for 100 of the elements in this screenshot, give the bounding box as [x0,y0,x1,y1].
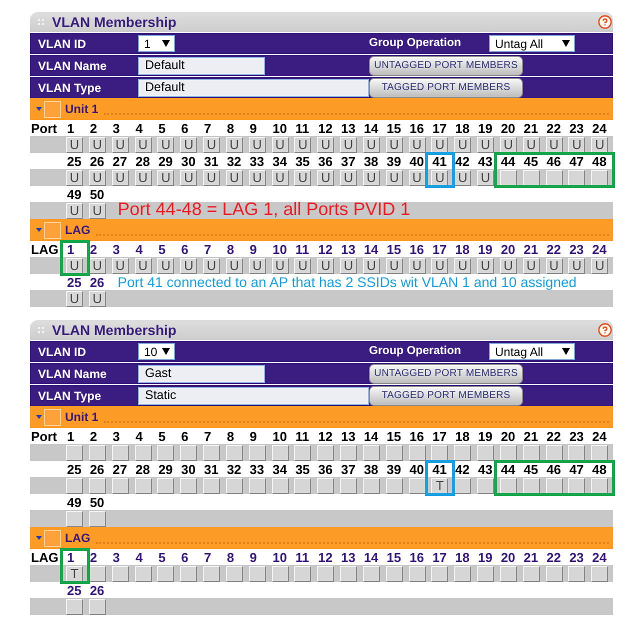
membership-toggle[interactable]: U [203,136,220,152]
port-number: 41 [432,154,447,168]
membership-toggle[interactable] [317,478,334,494]
dropdown-select[interactable]: 10 [138,343,175,360]
membership-toggle[interactable]: U [294,136,312,152]
membership-toggle[interactable]: U [317,170,334,186]
membership-toggle[interactable]: U [203,170,220,186]
dropdown-select[interactable]: Untag All [489,343,575,360]
membership-toggle[interactable]: U [66,202,83,218]
membership-toggle[interactable]: U [568,136,586,152]
header-checkbox[interactable] [44,408,61,426]
membership-toggle[interactable] [157,566,174,582]
text-field[interactable]: Gast [138,364,265,382]
membership-toggle[interactable]: U [431,258,448,274]
membership-toggle[interactable] [203,444,220,460]
membership-toggle[interactable]: U [477,170,494,186]
membership-toggle[interactable] [591,170,608,186]
membership-toggle[interactable] [591,444,608,460]
membership-toggle[interactable] [66,510,83,526]
membership-toggle[interactable] [317,444,334,460]
membership-toggle[interactable]: U [591,136,608,152]
membership-toggle[interactable] [568,170,586,186]
membership-toggle[interactable] [340,444,357,460]
membership-toggle[interactable] [591,566,608,582]
membership-toggle[interactable]: U [317,136,334,152]
membership-toggle[interactable]: U [157,258,174,274]
lag-number: 12 [318,242,333,256]
membership-toggle[interactable]: U [180,170,198,186]
port-number: 17 [432,122,447,134]
text-field[interactable]: Static [138,386,369,404]
membership-toggle[interactable] [66,444,83,460]
membership-toggle[interactable] [340,478,357,494]
dropdown-select[interactable]: 1 [138,35,175,52]
membership-toggle[interactable]: U [591,258,608,274]
membership-toggle[interactable]: U [203,258,220,274]
membership-toggle[interactable] [180,478,198,494]
membership-toggle[interactable] [454,444,472,460]
membership-toggle[interactable]: U [431,136,448,152]
membership-toggle[interactable] [477,444,494,460]
membership-toggle[interactable] [294,566,312,582]
header-checkbox[interactable] [44,100,61,118]
membership-toggle[interactable] [568,478,586,494]
membership-toggle[interactable] [157,478,174,494]
membership-toggle[interactable] [431,566,448,582]
membership-toggle[interactable] [180,444,198,460]
text-field[interactable]: Default [138,56,265,74]
port-members-button[interactable]: UNTAGGED PORT MEMBERS [369,364,523,384]
membership-toggle[interactable]: U [454,258,472,274]
membership-toggle[interactable] [157,444,174,460]
membership-toggle[interactable] [317,566,334,582]
port-number: 13 [341,430,356,442]
membership-toggle[interactable] [568,444,586,460]
membership-toggle[interactable] [477,478,494,494]
port-number: 38 [364,154,378,168]
membership-toggle[interactable]: U [66,136,83,152]
membership-toggle[interactable] [294,478,312,494]
port-members-button[interactable]: TAGGED PORT MEMBERS [369,386,523,406]
dropdown-select[interactable]: Untag All [489,35,575,52]
membership-toggle[interactable]: U [294,258,312,274]
membership-toggle[interactable] [340,566,357,582]
port-members-button[interactable]: UNTAGGED PORT MEMBERS [369,56,523,76]
membership-toggle[interactable]: U [340,136,357,152]
port-number: 37 [341,154,356,168]
port-number: 42 [455,154,470,168]
membership-toggle[interactable]: U [294,170,312,186]
text-field[interactable]: Default [138,78,369,96]
membership-toggle[interactable] [66,598,83,614]
membership-toggle[interactable]: U [477,258,494,274]
membership-toggle[interactable] [454,566,472,582]
membership-toggle[interactable]: U [454,136,472,152]
membership-toggle[interactable] [477,566,494,582]
membership-toggle[interactable]: U [431,170,448,186]
membership-toggle[interactable] [591,478,608,494]
port-members-button[interactable]: TAGGED PORT MEMBERS [369,78,523,98]
membership-toggle[interactable]: U [66,170,83,186]
header-checkbox[interactable] [44,222,61,238]
membership-toggle[interactable]: T [431,478,448,494]
membership-toggle[interactable]: U [66,258,83,274]
membership-toggle[interactable]: U [157,170,174,186]
help-icon[interactable] [598,323,612,337]
membership-toggle[interactable]: T [66,566,83,582]
membership-toggle[interactable] [431,444,448,460]
membership-toggle[interactable]: U [340,258,357,274]
port-number: 50 [90,188,104,200]
membership-toggle[interactable]: U [157,136,174,152]
membership-toggle[interactable] [66,478,83,494]
membership-toggle[interactable]: U [340,170,357,186]
membership-toggle[interactable]: U [180,136,198,152]
help-icon[interactable] [598,15,612,29]
membership-toggle[interactable]: U [477,136,494,152]
membership-toggle[interactable] [203,566,220,582]
membership-toggle[interactable] [568,566,586,582]
membership-toggle[interactable] [294,444,312,460]
header-checkbox[interactable] [44,530,61,546]
membership-toggle[interactable]: U [180,258,198,274]
membership-toggle[interactable]: U [66,290,83,306]
membership-toggle[interactable]: U [317,258,334,274]
membership-toggle[interactable] [203,478,220,494]
membership-toggle[interactable]: U [568,258,586,274]
membership-toggle[interactable] [180,566,198,582]
